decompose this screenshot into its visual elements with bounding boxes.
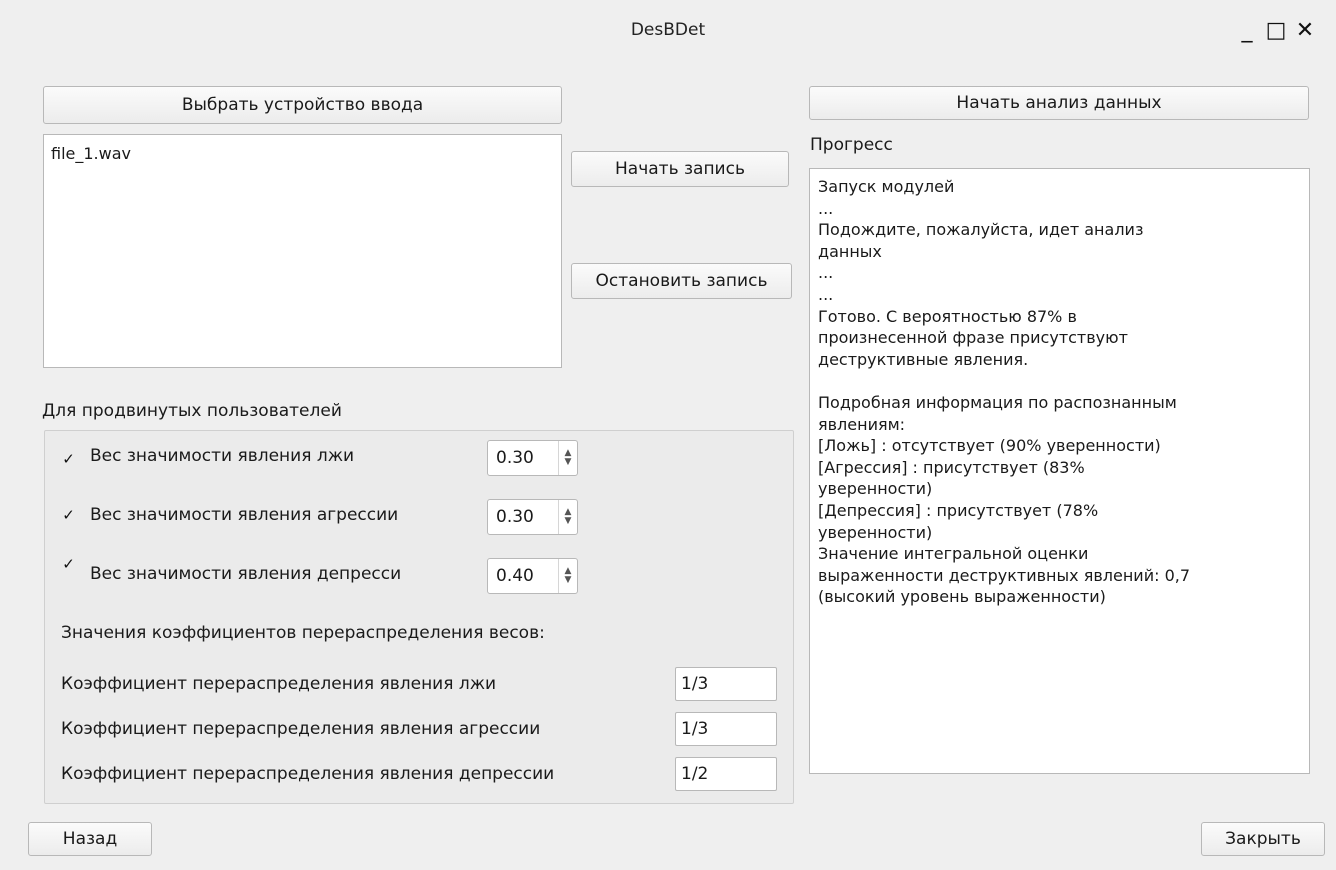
file-list[interactable]: file_1.wav <box>43 134 562 368</box>
aggression-weight-checkbox[interactable]: ✓ <box>61 508 76 523</box>
progress-text-area[interactable]: Запуск модулей ... Подождите, пожалуйста… <box>809 168 1310 774</box>
select-input-device-button[interactable]: Выбрать устройство ввода <box>43 86 562 124</box>
list-item[interactable]: file_1.wav <box>44 135 561 165</box>
lie-coefficient-input[interactable]: 1/3 <box>675 667 777 701</box>
depression-coefficient-label: Коэффициент перераспределения явления де… <box>61 764 555 784</box>
aggression-coefficient-label: Коэффициент перераспределения явления аг… <box>61 719 541 739</box>
spin-down-icon[interactable]: ▼ <box>565 458 572 467</box>
depression-weight-spinbox[interactable]: 0.40 ▲ ▼ <box>487 558 578 594</box>
minimize-icon[interactable]: _ <box>1234 18 1260 44</box>
back-button[interactable]: Назад <box>28 822 152 856</box>
spin-down-icon[interactable]: ▼ <box>565 576 572 585</box>
depression-weight-value[interactable]: 0.40 <box>488 566 558 586</box>
aggression-weight-spinbox[interactable]: 0.30 ▲ ▼ <box>487 499 578 535</box>
advanced-users-label: Для продвинутых пользователей <box>42 401 342 421</box>
stop-recording-button[interactable]: Остановить запись <box>571 263 792 299</box>
lie-coefficient-label: Коэффициент перераспределения явления лж… <box>61 674 497 694</box>
start-recording-button[interactable]: Начать запись <box>571 151 789 187</box>
aggression-coefficient-input[interactable]: 1/3 <box>675 712 777 746</box>
lie-weight-checkbox[interactable]: ✓ <box>61 452 76 467</box>
progress-label: Прогресс <box>810 135 893 155</box>
lie-weight-spinbox[interactable]: 0.30 ▲ ▼ <box>487 440 578 476</box>
title-bar: DesBDet _ □ ✕ <box>0 0 1336 62</box>
depression-weight-label: Вес значимости явления депресси <box>90 564 402 584</box>
depression-coefficient-input[interactable]: 1/2 <box>675 757 777 791</box>
lie-weight-value[interactable]: 0.30 <box>488 448 558 468</box>
coefficients-title: Значения коэффициентов перераспределения… <box>61 623 545 643</box>
aggression-weight-label: Вес значимости явления агрессии <box>90 505 399 525</box>
aggression-weight-value[interactable]: 0.30 <box>488 507 558 527</box>
depression-weight-checkbox[interactable]: ✓ <box>61 557 76 572</box>
close-icon[interactable]: ✕ <box>1292 18 1318 44</box>
lie-weight-label: Вес значимости явления лжи <box>90 446 355 466</box>
maximize-icon[interactable]: □ <box>1263 18 1289 44</box>
start-analysis-button[interactable]: Начать анализ данных <box>809 86 1309 120</box>
advanced-settings-group <box>44 430 794 804</box>
progress-text: Запуск модулей ... Подождите, пожалуйста… <box>818 177 1191 607</box>
window-title: DesBDet <box>630 20 706 40</box>
close-button[interactable]: Закрыть <box>1201 822 1325 856</box>
spin-down-icon[interactable]: ▼ <box>565 517 572 526</box>
